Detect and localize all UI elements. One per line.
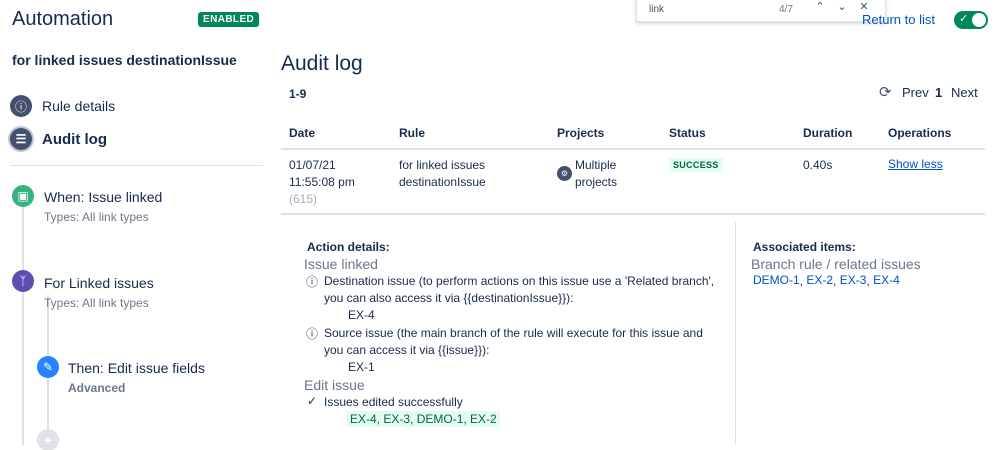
check-icon: ✓ (959, 13, 969, 25)
nav-audit-log[interactable]: ☰ Audit log (10, 128, 107, 150)
rule-chain-line (22, 205, 24, 445)
issue-link-ex-4[interactable]: EX-4 (873, 273, 900, 290)
refresh-icon[interactable]: ⟳ (879, 83, 892, 101)
column-duration: Duration (803, 126, 853, 140)
sidebar-divider (10, 165, 263, 166)
nav-audit-log-label: Audit log (42, 130, 107, 148)
row-rule-line1: for linked issues (399, 158, 486, 172)
column-operations: Operations (888, 126, 952, 140)
rule-enabled-toggle[interactable]: ✓ (954, 11, 988, 29)
destination-issue-key: EX-4 (348, 308, 375, 322)
find-prev-icon[interactable]: ⌃ (813, 0, 827, 13)
trigger-title[interactable]: When: Issue linked (44, 189, 162, 205)
toggle-knob (972, 13, 986, 27)
row-projects-line2: projects (575, 175, 618, 189)
pencil-icon: ✎ (37, 356, 59, 378)
row-duration: 0.40s (803, 158, 833, 172)
row-rule-line2: destinationIssue (399, 175, 486, 189)
trigger-icon: ▣ (12, 185, 34, 207)
row-projects-line1: Multiple (575, 158, 617, 172)
current-page[interactable]: 1 (935, 85, 942, 100)
enabled-badge: ENABLED (198, 12, 260, 27)
issue-link-demo-1[interactable]: DEMO-1 (753, 273, 800, 290)
action-details-heading: Action details: (307, 240, 390, 254)
row-id: (615) (289, 192, 318, 206)
action-subtitle: Advanced (68, 381, 126, 395)
table-row-divider (281, 213, 985, 215)
info-icon: ⓘ (306, 327, 319, 341)
column-projects: Projects (557, 126, 605, 140)
edit-issue-label: Edit issue (304, 377, 365, 393)
branch-rule-label: Branch rule / related issues (751, 256, 921, 272)
issue-linked-label: Issue linked (304, 256, 378, 272)
column-status: Status (669, 126, 706, 140)
next-page-button[interactable]: Next (951, 85, 978, 100)
action-title[interactable]: Then: Edit issue fields (68, 360, 205, 376)
find-next-icon[interactable]: ⌄ (835, 0, 849, 13)
row-date-time: 11:55:08 pm (289, 175, 355, 189)
column-date: Date (289, 126, 316, 140)
details-divider (735, 222, 736, 445)
prev-page-button[interactable]: Prev (902, 85, 929, 100)
add-component-icon[interactable]: + (37, 429, 59, 450)
return-to-list-link[interactable]: Return to list (862, 12, 935, 27)
list-icon: ☰ (10, 128, 32, 150)
status-badge: SUCCESS (669, 158, 723, 172)
column-rule: Rule (399, 126, 426, 140)
row-date: 01/07/21 11:55:08 pm (615) (289, 157, 355, 208)
info-icon: ⓘ (10, 95, 32, 117)
find-input[interactable]: link (649, 4, 664, 15)
rule-name: for linked issues destinationIssue (12, 52, 237, 68)
associated-links: DEMO-1, EX-2, EX-3, EX-4 (753, 273, 900, 290)
trigger-subtitle: Types: All link types (44, 210, 149, 224)
find-count: 4/7 (779, 4, 793, 15)
app-title: Automation (12, 8, 114, 30)
check-icon: ✓ (307, 394, 318, 408)
row-date-day: 01/07/21 (289, 158, 336, 172)
branch-title[interactable]: For Linked issues (44, 275, 154, 291)
info-icon: ⓘ (306, 275, 319, 289)
result-range: 1-9 (289, 87, 307, 101)
row-rule: for linked issues destinationIssue (399, 157, 486, 191)
destination-line2: you can also access it via {{destination… (324, 291, 574, 305)
issue-link-ex-2[interactable]: EX-2 (806, 273, 833, 290)
source-issue-key: EX-1 (348, 360, 375, 374)
row-projects: Multiple projects (575, 157, 617, 191)
project-icon: ⚙ (557, 166, 572, 181)
show-less-link[interactable]: Show less (888, 157, 943, 171)
nav-rule-details-label: Rule details (42, 98, 116, 114)
edited-issue-keys: EX-4, EX-3, DEMO-1, EX-2 (347, 411, 500, 427)
branch-subtitle: Types: All link types (44, 296, 149, 310)
source-line2: you can access it via {{issue}}): (324, 343, 490, 357)
issue-link-ex-3[interactable]: EX-3 (840, 273, 867, 290)
nav-rule-details[interactable]: ⓘ Rule details (10, 95, 115, 117)
table-header-divider (281, 148, 985, 150)
source-line1: Source issue (the main branch of the rul… (324, 326, 703, 340)
branch-icon: ᛉ (12, 270, 34, 292)
find-bar: link 4/7 ⌃ ⌄ ✕ (636, 0, 886, 22)
associated-items-heading: Associated items: (753, 240, 856, 254)
edited-text: Issues edited successfully (324, 395, 463, 409)
page-title: Audit log (281, 52, 363, 75)
destination-line1: Destination issue (to perform actions on… (324, 274, 715, 288)
